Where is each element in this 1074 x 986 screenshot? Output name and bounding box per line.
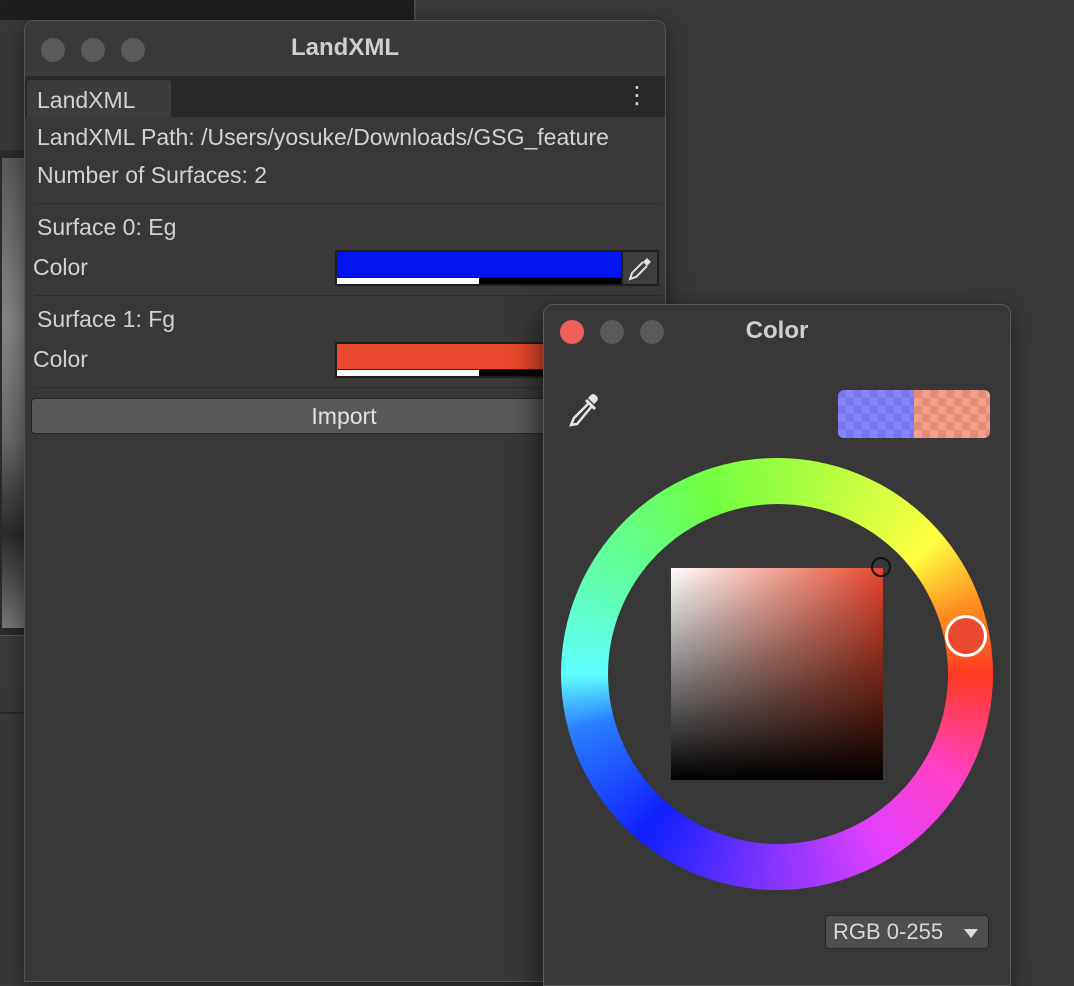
tab-bar: LandXML ⋮ [25, 76, 665, 117]
surface-0-eyedropper-button[interactable] [623, 250, 659, 286]
surface-1-alpha-bar [337, 370, 479, 376]
background-scene-image [2, 158, 24, 628]
surface-1-color-label: Color [33, 346, 88, 372]
surface-count-label: Number of Surfaces: 2 [37, 162, 268, 188]
saturation-value-handle[interactable] [871, 557, 891, 577]
surface-0-color-swatch [337, 252, 621, 277]
surface-0-alpha-bar-rest [479, 278, 621, 284]
color-mode-dropdown[interactable]: RGB 0-255 [825, 915, 989, 949]
landxml-path-label: LandXML Path: /Users/yosuke/Downloads/GS… [37, 124, 609, 150]
surface-0-color-field[interactable] [335, 250, 623, 286]
previous-color-swatch[interactable] [838, 390, 914, 438]
eyedropper-button[interactable] [564, 391, 604, 431]
background-toolbar [0, 635, 26, 684]
surface-1-heading: Surface 1: Fg [37, 306, 176, 332]
saturation-value-square[interactable] [671, 568, 883, 780]
tab-label: LandXML [37, 87, 136, 113]
surface-0-color-label: Color [33, 254, 88, 280]
window-title: LandXML [291, 34, 399, 61]
eyedropper-icon [628, 258, 651, 281]
current-color-swatch [914, 390, 990, 438]
color-preview [838, 390, 990, 438]
surface-0-alpha-bar [337, 278, 479, 284]
eyedropper-icon [568, 394, 598, 427]
background-panel-top [0, 0, 416, 20]
landxml-titlebar: LandXML [25, 21, 665, 76]
divider [35, 203, 661, 204]
chevron-down-icon [964, 929, 978, 938]
color-window-title: Color [745, 317, 809, 344]
more-options-icon[interactable]: ⋮ [625, 84, 649, 110]
background-divider [414, 0, 416, 20]
tab-landxml[interactable]: LandXML [27, 80, 171, 117]
surface-0-heading: Surface 0: Eg [37, 214, 177, 240]
divider [35, 295, 661, 296]
hue-handle[interactable] [945, 615, 987, 657]
color-mode-label: RGB 0-255 [833, 919, 944, 944]
background-divider-2 [0, 712, 26, 714]
color-picker-window: Color RGB 0-255 [543, 304, 1011, 986]
